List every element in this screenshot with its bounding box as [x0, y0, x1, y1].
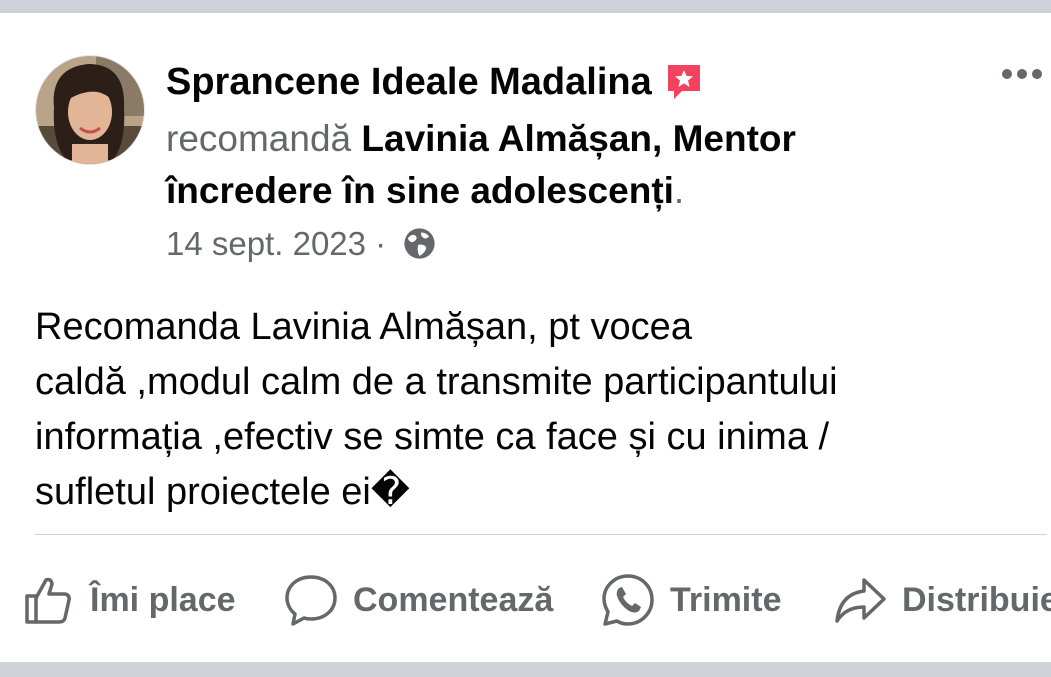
post-actions: Îmi place Comentează Trimite Distribuie [0, 565, 1051, 635]
author-avatar[interactable] [35, 55, 145, 165]
like-label: Îmi place [90, 580, 236, 619]
feed-background-bottom [0, 662, 1051, 677]
avatar-photo [36, 56, 144, 164]
send-button[interactable]: Trimite [600, 565, 781, 635]
recommendation-line: recomandă Lavinia Almășan, Mentor încred… [166, 113, 966, 217]
comment-icon [285, 575, 337, 626]
whatsapp-icon [602, 574, 654, 626]
more-options-icon[interactable] [1000, 65, 1044, 83]
share-button[interactable]: Distribuie [832, 565, 1051, 635]
author-name[interactable]: Sprancene Ideale Madalina [166, 59, 704, 105]
post-card: Sprancene Ideale Madalina recomandă Lavi… [0, 13, 1051, 662]
actions-divider [35, 534, 1047, 535]
post-date[interactable]: 14 sept. 2023 [166, 225, 366, 262]
recommendation-badge-icon [667, 65, 700, 99]
globe-icon [404, 228, 435, 259]
share-icon [835, 578, 886, 623]
thumbs-up-icon [25, 577, 71, 624]
meta-separator: · [366, 225, 396, 262]
comment-label: Comentează [353, 580, 554, 619]
feed-background-top [0, 0, 1051, 13]
post-meta: 14 sept. 2023 · [166, 222, 436, 266]
recommends-text: recomandă [166, 118, 362, 159]
share-label: Distribuie [902, 580, 1051, 619]
like-button[interactable]: Îmi place [20, 565, 236, 635]
send-label: Trimite [670, 580, 782, 619]
recommends-suffix: . [673, 170, 685, 211]
author-name-text[interactable]: Sprancene Ideale Madalina [166, 61, 652, 103]
post-body: Recomanda Lavinia Almășan, pt vocea cald… [35, 306, 838, 513]
comment-button[interactable]: Comentează [283, 565, 553, 635]
